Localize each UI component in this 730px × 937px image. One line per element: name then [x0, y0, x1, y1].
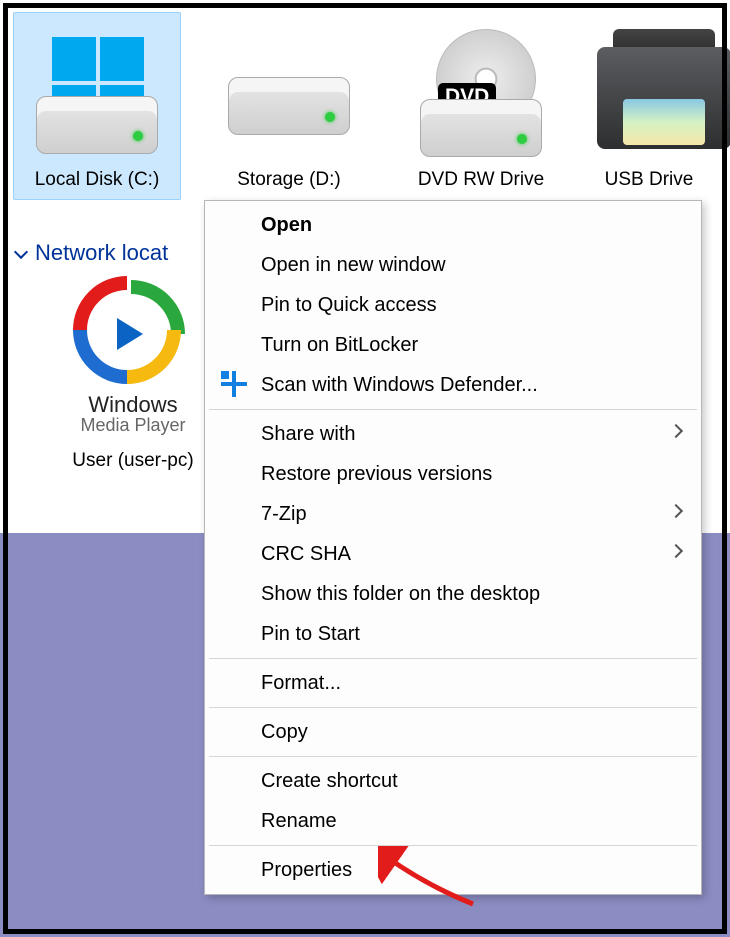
menu-separator	[209, 409, 697, 410]
network-header-text: Network locat	[35, 240, 168, 266]
drive-label: Local Disk (C:)	[35, 169, 160, 191]
drive-dvd-rw[interactable]: DVD DVD RW Drive	[397, 12, 565, 200]
windows-media-player-icon	[73, 276, 193, 388]
menu-separator	[209, 707, 697, 708]
menu-copy[interactable]: Copy	[207, 712, 699, 752]
menu-separator	[209, 756, 697, 757]
menu-open-new-window[interactable]: Open in new window	[207, 245, 699, 285]
wmp-name: Windows Media Player	[80, 394, 185, 434]
menu-bitlocker[interactable]: Turn on BitLocker	[207, 325, 699, 365]
menu-share-with[interactable]: Share with	[207, 414, 699, 454]
network-item-wmp[interactable]: Windows Media Player User (user-pc)	[43, 276, 223, 472]
drive-storage-d[interactable]: Storage (D:)	[205, 12, 373, 200]
menu-rename[interactable]: Rename	[207, 801, 699, 841]
hdd-windows-icon	[22, 19, 172, 169]
drive-local-disk-c[interactable]: Local Disk (C:)	[13, 12, 181, 200]
chevron-right-icon	[669, 504, 683, 518]
drives-row: Local Disk (C:) Storage (D:) DVD DVD RW …	[13, 12, 730, 200]
menu-properties[interactable]: Properties	[207, 850, 699, 890]
menu-create-shortcut[interactable]: Create shortcut	[207, 761, 699, 801]
menu-show-on-desktop[interactable]: Show this folder on the desktop	[207, 574, 699, 614]
menu-separator	[209, 658, 697, 659]
menu-restore-previous[interactable]: Restore previous versions	[207, 454, 699, 494]
dvd-drive-icon: DVD	[406, 19, 556, 169]
menu-defender-scan[interactable]: Scan with Windows Defender...	[207, 365, 699, 405]
hdd-icon	[214, 19, 364, 169]
context-menu: Open Open in new window Pin to Quick acc…	[204, 200, 702, 895]
printer-icon	[589, 19, 709, 169]
drive-label: DVD RW Drive	[418, 169, 544, 191]
drive-label: Storage (D:)	[237, 169, 340, 191]
menu-format[interactable]: Format...	[207, 663, 699, 703]
windows-defender-icon	[221, 371, 249, 399]
network-item-label: User (user-pc)	[72, 450, 193, 472]
menu-pin-start[interactable]: Pin to Start	[207, 614, 699, 654]
chevron-right-icon	[669, 544, 683, 558]
shield-icon	[221, 331, 249, 359]
chevron-right-icon	[669, 424, 683, 438]
menu-open[interactable]: Open	[207, 205, 699, 245]
menu-crc-sha[interactable]: CRC SHA	[207, 534, 699, 574]
menu-7zip[interactable]: 7-Zip	[207, 494, 699, 534]
drive-label: USB Drive	[605, 169, 694, 191]
chevron-down-icon	[13, 245, 29, 261]
menu-separator	[209, 845, 697, 846]
drive-usb[interactable]: USB Drive	[589, 12, 709, 200]
menu-pin-quick-access[interactable]: Pin to Quick access	[207, 285, 699, 325]
